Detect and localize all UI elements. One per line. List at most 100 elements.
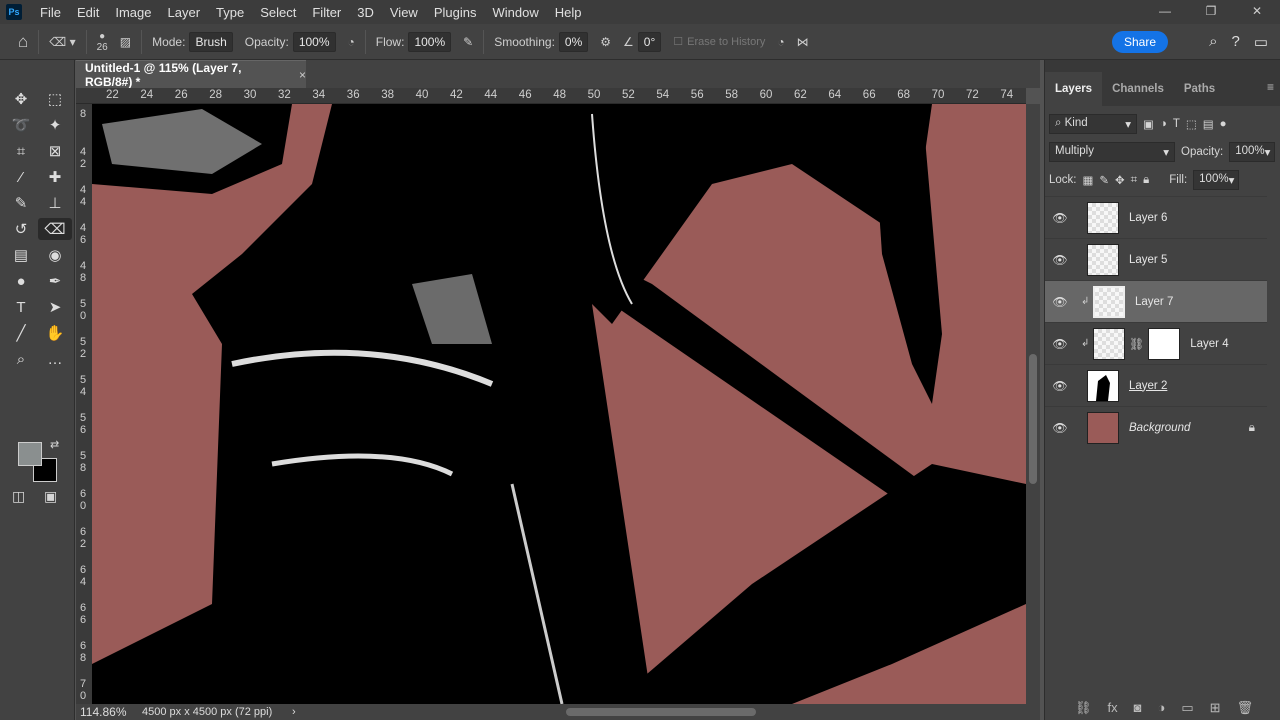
menu-window[interactable]: Window xyxy=(484,5,546,20)
layer-row[interactable]: 👁︎ ↲ ⛓ Layer 4 xyxy=(1045,322,1267,364)
airbrush-icon[interactable]: ✎ xyxy=(463,35,473,49)
filter-toggle[interactable]: ● xyxy=(1220,118,1227,130)
history-brush-icon[interactable]: ↺ xyxy=(4,218,38,240)
tab-layers[interactable]: Layers xyxy=(1045,72,1103,106)
zoom-tool-icon[interactable]: ⌕ xyxy=(4,348,38,370)
visibility-eye-icon[interactable]: 👁︎ xyxy=(1045,211,1075,225)
hand-tool-icon[interactable]: ✋ xyxy=(38,322,72,344)
lock-artboard-icon[interactable]: ⌗ xyxy=(1131,174,1137,187)
visibility-eye-icon[interactable]: 👁︎ xyxy=(1045,421,1075,435)
eraser-tool-icon[interactable]: ⌫ xyxy=(38,218,72,240)
menu-edit[interactable]: Edit xyxy=(69,5,107,20)
restore-icon[interactable]: ❐ xyxy=(1188,0,1234,22)
magic-wand-icon[interactable]: ✦ xyxy=(38,114,72,136)
erase-to-history-checkbox[interactable]: ☐ xyxy=(673,35,683,48)
visibility-eye-icon[interactable]: 👁︎ xyxy=(1045,379,1075,393)
brush-size-picker[interactable]: ● 26 xyxy=(97,31,108,53)
screen-mode-icon[interactable]: ▣ xyxy=(44,488,57,505)
opacity-input[interactable]: 100% xyxy=(292,31,336,52)
layer-mask-thumbnail[interactable] xyxy=(1148,327,1181,360)
visibility-eye-icon[interactable]: 👁︎ xyxy=(1045,295,1075,309)
lock-transparency-icon[interactable]: ▦ xyxy=(1083,173,1094,187)
blend-mode-select[interactable]: Multiply ▾ xyxy=(1049,142,1175,162)
new-layer-icon[interactable]: ⊞ xyxy=(1210,700,1221,716)
panel-menu-icon[interactable]: ≡ xyxy=(1261,80,1280,106)
blur-tool-icon[interactable]: ◉ xyxy=(38,244,72,266)
layer-opacity-input[interactable]: 100% ▾ xyxy=(1229,142,1276,162)
menu-help[interactable]: Help xyxy=(547,5,590,20)
type-tool-icon[interactable]: T xyxy=(4,296,38,318)
canvas[interactable] xyxy=(92,104,1026,704)
horizontal-scroll-thumb[interactable] xyxy=(566,708,756,716)
flow-input[interactable]: 100% xyxy=(408,31,452,52)
lasso-tool-icon[interactable]: ➰ xyxy=(4,114,38,136)
layer-style-icon[interactable]: fx xyxy=(1108,700,1118,716)
filter-kind-select[interactable]: ⌕ Kind ▾ xyxy=(1049,114,1137,134)
angle-input[interactable]: 0° xyxy=(637,31,662,52)
menu-view[interactable]: View xyxy=(382,5,426,20)
layer-row[interactable]: 👁︎ Layer 2 xyxy=(1045,364,1267,406)
add-mask-icon[interactable]: ◙ xyxy=(1134,700,1142,716)
filter-smart-object-icon[interactable]: ▤ xyxy=(1203,117,1214,131)
pressure-size-icon[interactable]: ◔ xyxy=(777,35,784,49)
menu-layer[interactable]: Layer xyxy=(160,5,209,20)
path-selection-icon[interactable]: ➤ xyxy=(38,296,72,318)
symmetry-icon[interactable]: ⋈ xyxy=(797,35,809,49)
menu-3d[interactable]: 3D xyxy=(349,5,382,20)
vertical-scroll-thumb[interactable] xyxy=(1029,354,1037,484)
menu-file[interactable]: File xyxy=(32,5,69,20)
zoom-level[interactable]: 114.86% xyxy=(76,705,142,719)
pen-tool-icon[interactable]: ✒ xyxy=(38,270,72,292)
quick-mask-icon[interactable]: ◫ xyxy=(12,488,25,505)
visibility-eye-icon[interactable]: 👁︎ xyxy=(1045,253,1075,267)
menu-select[interactable]: Select xyxy=(252,5,304,20)
menu-type[interactable]: Type xyxy=(208,5,252,20)
delete-layer-icon[interactable]: 🗑︎ xyxy=(1237,700,1254,716)
frame-tool-icon[interactable]: ⊠ xyxy=(38,140,72,162)
lock-position-icon[interactable]: ✥ xyxy=(1115,173,1125,187)
marquee-tool-icon[interactable]: ⬚ xyxy=(38,88,72,110)
mode-select[interactable]: Brush xyxy=(189,31,233,52)
filter-pixel-icon[interactable]: ▣ xyxy=(1143,117,1154,131)
minimize-icon[interactable]: — xyxy=(1142,0,1188,22)
help-icon[interactable]: ? xyxy=(1231,33,1239,51)
more-tools-icon[interactable]: … xyxy=(38,348,72,370)
vertical-scrollbar[interactable] xyxy=(1026,104,1040,704)
mask-link-icon[interactable]: ⛓ xyxy=(1129,337,1144,351)
menu-plugins[interactable]: Plugins xyxy=(426,5,485,20)
search-icon[interactable]: ⌕ xyxy=(1209,33,1217,51)
tab-paths[interactable]: Paths xyxy=(1174,72,1225,106)
brush-tool-icon[interactable]: ✎ xyxy=(4,192,38,214)
crop-tool-icon[interactable]: ⌗ xyxy=(4,140,38,162)
gradient-tool-icon[interactable]: ▤ xyxy=(4,244,38,266)
gear-icon[interactable]: ⚙ xyxy=(600,35,611,49)
menu-filter[interactable]: Filter xyxy=(304,5,349,20)
document-tab[interactable]: Untitled-1 @ 115% (Layer 7, RGB/8#) * × xyxy=(76,60,306,89)
close-window-icon[interactable]: ✕ xyxy=(1234,0,1280,22)
layer-row[interactable]: 👁︎ Layer 5 xyxy=(1045,238,1267,280)
close-document-icon[interactable]: × xyxy=(299,68,306,82)
workspace-icon[interactable]: ▭ xyxy=(1254,33,1268,51)
tab-channels[interactable]: Channels xyxy=(1102,72,1174,106)
move-tool-icon[interactable]: ✥ xyxy=(4,88,38,110)
healing-brush-icon[interactable]: ✚ xyxy=(38,166,72,188)
home-icon[interactable]: ⌂ xyxy=(18,32,28,52)
filter-type-icon[interactable]: T xyxy=(1173,118,1180,130)
menu-image[interactable]: Image xyxy=(107,5,159,20)
filter-shape-icon[interactable]: ⬚ xyxy=(1186,117,1197,131)
eyedropper-icon[interactable]: ⁄ xyxy=(4,166,38,188)
group-icon[interactable]: ▭ xyxy=(1181,700,1193,716)
link-layers-icon[interactable]: ⛓ xyxy=(1075,700,1092,716)
layer-row-selected[interactable]: 👁︎ ↲ Layer 7 xyxy=(1045,280,1267,322)
smoothing-input[interactable]: 0% xyxy=(558,31,589,52)
line-tool-icon[interactable]: ╱ xyxy=(4,322,38,344)
foreground-color-swatch[interactable] xyxy=(18,442,42,466)
filter-adjustment-icon[interactable]: ◑ xyxy=(1160,118,1167,130)
brush-settings-icon[interactable]: ▨ xyxy=(120,35,131,49)
layer-row[interactable]: 👁︎ Layer 6 xyxy=(1045,196,1267,238)
visibility-eye-icon[interactable]: 👁︎ xyxy=(1045,337,1075,351)
lock-pixels-icon[interactable]: ✎ xyxy=(1099,173,1109,187)
adjustment-layer-icon[interactable]: ◑ xyxy=(1158,700,1166,716)
swap-colors-icon[interactable]: ⇄ xyxy=(50,438,59,451)
pressure-opacity-icon[interactable]: ◔ xyxy=(348,35,355,49)
